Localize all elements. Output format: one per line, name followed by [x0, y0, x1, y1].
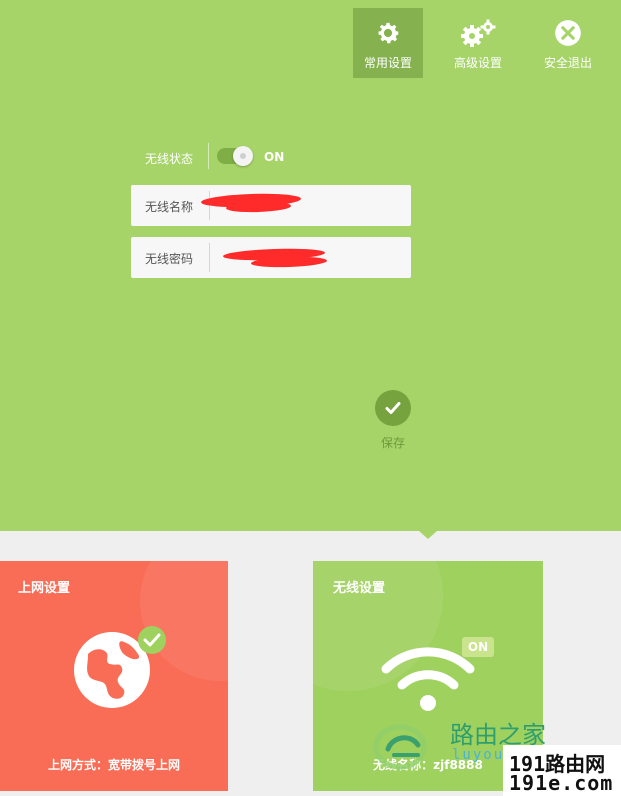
internet-card-subtitle: 上网方式：宽带拨号上网 — [47, 758, 180, 772]
nav-common-label: 常用设置 — [363, 56, 412, 70]
toggle-knob — [233, 146, 253, 166]
internet-card-title: 上网设置 — [18, 581, 71, 596]
watermark-191: 191路由网 191e.com — [503, 745, 621, 796]
divider — [209, 243, 210, 272]
wireless-card-title: 无线设置 — [333, 581, 386, 596]
nav-common-settings[interactable]: 常用设置 — [353, 8, 423, 78]
close-circle-icon — [555, 20, 581, 46]
ssid-field-row: 无线名称 — [131, 185, 411, 226]
check-icon — [385, 402, 401, 414]
wireless-status-row: 无线状态 ON — [131, 141, 411, 171]
panel-pointer — [419, 531, 437, 539]
internet-settings-card[interactable]: 上网设置 上网方式：宽带拨号上网 — [0, 561, 228, 791]
nav-logout-label: 安全退出 — [543, 56, 592, 70]
globe-icon — [74, 626, 166, 708]
wireless-status-toggle[interactable] — [217, 146, 253, 166]
password-field-row: 无线密码 — [131, 237, 411, 278]
gears-icon — [461, 19, 496, 47]
save-button[interactable]: 保存 — [373, 390, 413, 450]
divider — [208, 143, 209, 169]
wireless-status-value: ON — [264, 150, 285, 164]
wireless-on-badge: ON — [462, 637, 494, 657]
save-label: 保存 — [380, 436, 405, 450]
wireless-status-label: 无线状态 — [145, 152, 194, 166]
settings-panel: 常用设置 高级设置 安全退出 无线状态 ON 无线名称 无线密码 保存 — [0, 0, 621, 531]
ssid-label: 无线名称 — [145, 200, 194, 214]
save-circle — [375, 390, 411, 426]
brand-logo-icon — [373, 724, 427, 770]
watermark-191-line2: 191e.com — [509, 771, 614, 795]
nav-logout[interactable]: 安全退出 — [533, 8, 603, 78]
nav-advanced-label: 高级设置 — [453, 56, 502, 70]
gear-icon — [378, 22, 399, 44]
password-label: 无线密码 — [145, 252, 194, 266]
nav-advanced-settings[interactable]: 高级设置 — [443, 8, 513, 78]
